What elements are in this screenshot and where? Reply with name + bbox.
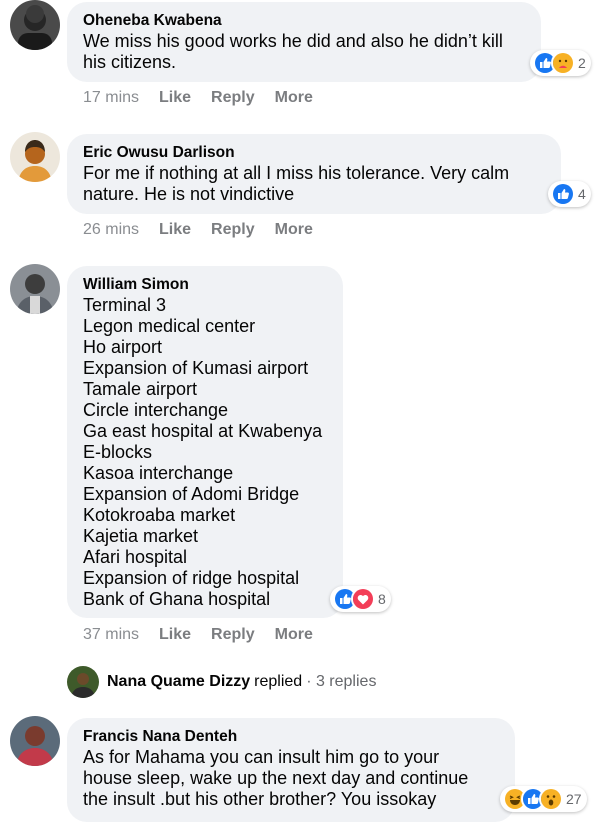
care-icon: [551, 51, 575, 75]
comment-line: the insult .but his other brother? You i…: [83, 789, 437, 809]
comment-line: Ho airport: [83, 337, 163, 357]
comment-text: For me if nothing at all I miss his tole…: [83, 163, 545, 205]
replied-label: replied: [254, 673, 303, 690]
comment-line: house sleep, wake up the next day and co…: [83, 768, 469, 788]
avatar: [67, 666, 99, 698]
reaction-summary[interactable]: 2: [530, 50, 591, 76]
reply-count: · 3 replies: [306, 673, 377, 690]
comment-author[interactable]: Oheneba Kwabena: [83, 11, 525, 31]
comment-line: Kasoa interchange: [83, 463, 234, 483]
comment-actions: 37 mins Like Reply More: [83, 626, 333, 644]
comment-line: We miss his good works he did and also h…: [83, 31, 503, 51]
avatar[interactable]: [10, 716, 60, 766]
comment-line: Afari hospital: [83, 547, 188, 567]
comment-author[interactable]: Francis Nana Denteh: [83, 727, 499, 747]
more-button[interactable]: More: [275, 626, 313, 643]
comment-line: For me if nothing at all I miss his tole…: [83, 163, 510, 183]
comment-actions: 26 mins Like Reply More: [83, 221, 333, 239]
reaction-summary[interactable]: 4: [548, 181, 591, 207]
more-button[interactable]: More: [275, 221, 313, 238]
comment-line: E-blocks: [83, 442, 153, 462]
comment-line: Expansion of Kumasi airport: [83, 358, 309, 378]
comment-line: nature. He is not vindictive: [83, 184, 295, 204]
comment-line: Legon medical center: [83, 316, 256, 336]
comment-line: Ga east hospital at Kwabenya: [83, 421, 323, 441]
comment-author[interactable]: William Simon: [83, 275, 327, 295]
avatar[interactable]: [10, 0, 60, 50]
reaction-summary[interactable]: 27: [500, 786, 587, 812]
comment-line: Circle interchange: [83, 400, 229, 420]
avatar[interactable]: [10, 132, 60, 182]
comment-time[interactable]: 26 mins: [83, 221, 139, 238]
comment-line: Kotokroaba market: [83, 505, 236, 525]
reaction-count: 4: [578, 186, 586, 202]
comment-author[interactable]: Eric Owusu Darlison: [83, 143, 545, 163]
like-button[interactable]: Like: [159, 89, 191, 106]
reaction-count: 27: [566, 791, 582, 807]
comment-text: We miss his good works he did and also h…: [83, 31, 525, 73]
comment-time[interactable]: 37 mins: [83, 626, 139, 643]
comment-line: Expansion of ridge hospital: [83, 568, 300, 588]
view-replies-link[interactable]: Nana Quame Dizzy replied · 3 replies: [67, 665, 376, 699]
like-icon: [551, 182, 575, 206]
like-button[interactable]: Like: [159, 626, 191, 643]
reaction-count: 8: [378, 591, 386, 607]
comment-text: Terminal 3 Legon medical center Ho airpo…: [83, 295, 327, 610]
like-button[interactable]: Like: [159, 221, 191, 238]
comment-line: Tamale airport: [83, 379, 198, 399]
more-button[interactable]: More: [275, 89, 313, 106]
comment-line: Terminal 3: [83, 295, 167, 315]
comment-line: Kajetia market: [83, 526, 199, 546]
comment-bubble: William Simon Terminal 3 Legon medical c…: [67, 266, 343, 618]
comment-bubble: Eric Owusu Darlison For me if nothing at…: [67, 134, 561, 214]
comment-bubble: Oheneba Kwabena We miss his good works h…: [67, 2, 541, 82]
reaction-count: 2: [578, 55, 586, 71]
comment-line: his citizens.: [83, 52, 177, 72]
reaction-summary[interactable]: 8: [330, 586, 391, 612]
comment-line: Expansion of Adomi Bridge: [83, 484, 300, 504]
comment-line: As for Mahama you can insult him go to y…: [83, 747, 440, 767]
reply-button[interactable]: Reply: [211, 626, 255, 643]
avatar[interactable]: [10, 264, 60, 314]
comment-text: As for Mahama you can insult him go to y…: [83, 747, 499, 810]
comment-line: Bank of Ghana hospital: [83, 589, 271, 609]
love-icon: [351, 587, 375, 611]
reply-button[interactable]: Reply: [211, 221, 255, 238]
comment-time[interactable]: 17 mins: [83, 89, 139, 106]
comment-bubble: Francis Nana Denteh As for Mahama you ca…: [67, 718, 515, 822]
wow-icon: [539, 787, 563, 811]
comment-actions: 17 mins Like Reply More: [83, 89, 333, 107]
reply-button[interactable]: Reply: [211, 89, 255, 106]
replier-name[interactable]: Nana Quame Dizzy: [107, 673, 250, 691]
